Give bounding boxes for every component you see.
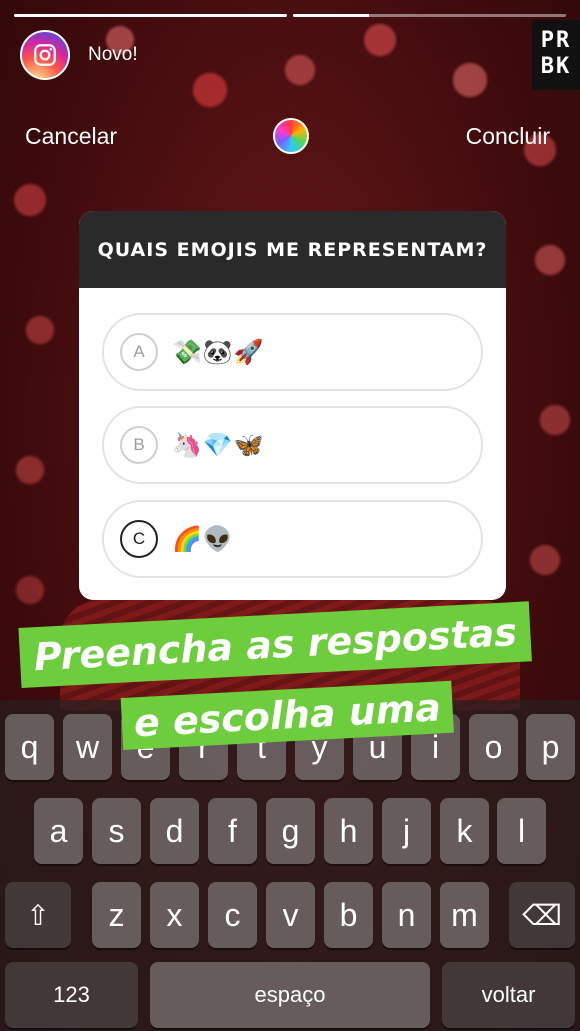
key-v[interactable]: v	[266, 882, 315, 948]
quiz-option-a[interactable]: A 💸🐼🚀	[102, 313, 483, 391]
key-p[interactable]: p	[526, 714, 575, 780]
quiz-option-c[interactable]: C 🌈👽	[102, 500, 483, 578]
key-q[interactable]: q	[5, 714, 54, 780]
progress-segment-1	[14, 14, 287, 17]
purebreak-watermark-logo: PR BK	[532, 20, 580, 90]
key-w[interactable]: w	[63, 714, 112, 780]
key-a[interactable]: a	[34, 798, 83, 864]
option-letter-a: A	[120, 333, 158, 371]
key-n[interactable]: n	[382, 882, 431, 948]
key-h[interactable]: h	[324, 798, 373, 864]
key-c[interactable]: c	[208, 882, 257, 948]
quiz-question[interactable]: QUAIS EMOJIS ME REPRESENTAM?	[98, 239, 488, 261]
progress-segment-2	[293, 14, 566, 17]
keyboard-row-3: ⇧ z x c v b n m ⌫	[0, 882, 580, 948]
key-g[interactable]: g	[266, 798, 315, 864]
color-picker-icon[interactable]	[273, 118, 310, 154]
camera-glyph-icon	[34, 44, 56, 66]
key-m[interactable]: m	[440, 882, 489, 948]
key-s[interactable]: s	[92, 798, 141, 864]
ios-keyboard: q w e r t y u i o p a s d f g h j k l ⇧ …	[0, 700, 580, 1031]
key-k[interactable]: k	[440, 798, 489, 864]
done-button[interactable]: Concluir	[466, 123, 550, 150]
numbers-key[interactable]: 123	[5, 962, 138, 1028]
instagram-icon[interactable]	[20, 30, 70, 80]
option-b-emojis: 🦄💎🦋	[172, 431, 265, 459]
story-progress-bar	[14, 14, 566, 17]
key-z[interactable]: z	[92, 882, 141, 948]
key-j[interactable]: j	[382, 798, 431, 864]
quiz-header: QUAIS EMOJIS ME REPRESENTAM?	[79, 211, 506, 288]
keyboard-row-4: 123 espaço voltar	[0, 962, 580, 1028]
keyboard-row-2: a s d f g h j k l	[0, 798, 580, 864]
key-d[interactable]: d	[150, 798, 199, 864]
key-o[interactable]: o	[469, 714, 518, 780]
key-b[interactable]: b	[324, 882, 373, 948]
key-f[interactable]: f	[208, 798, 257, 864]
option-c-emojis: 🌈👽	[172, 525, 234, 553]
quiz-option-b[interactable]: B 🦄💎🦋	[102, 406, 483, 484]
option-letter-b: B	[120, 426, 158, 464]
story-title: Novo!	[88, 44, 138, 65]
option-a-emojis: 💸🐼🚀	[172, 338, 265, 366]
option-letter-c: C	[120, 520, 158, 558]
quiz-sticker: QUAIS EMOJIS ME REPRESENTAM? A 💸🐼🚀 B 🦄💎🦋…	[79, 211, 506, 600]
key-x[interactable]: x	[150, 882, 199, 948]
backspace-key-icon[interactable]: ⌫	[509, 882, 575, 948]
key-l[interactable]: l	[497, 798, 546, 864]
shift-key-icon[interactable]: ⇧	[5, 882, 71, 948]
cancel-button[interactable]: Cancelar	[25, 123, 117, 150]
story-header: Novo!	[20, 30, 138, 80]
return-key[interactable]: voltar	[442, 962, 575, 1028]
editor-topbar: Cancelar Concluir	[25, 118, 550, 154]
space-key[interactable]: espaço	[150, 962, 430, 1028]
